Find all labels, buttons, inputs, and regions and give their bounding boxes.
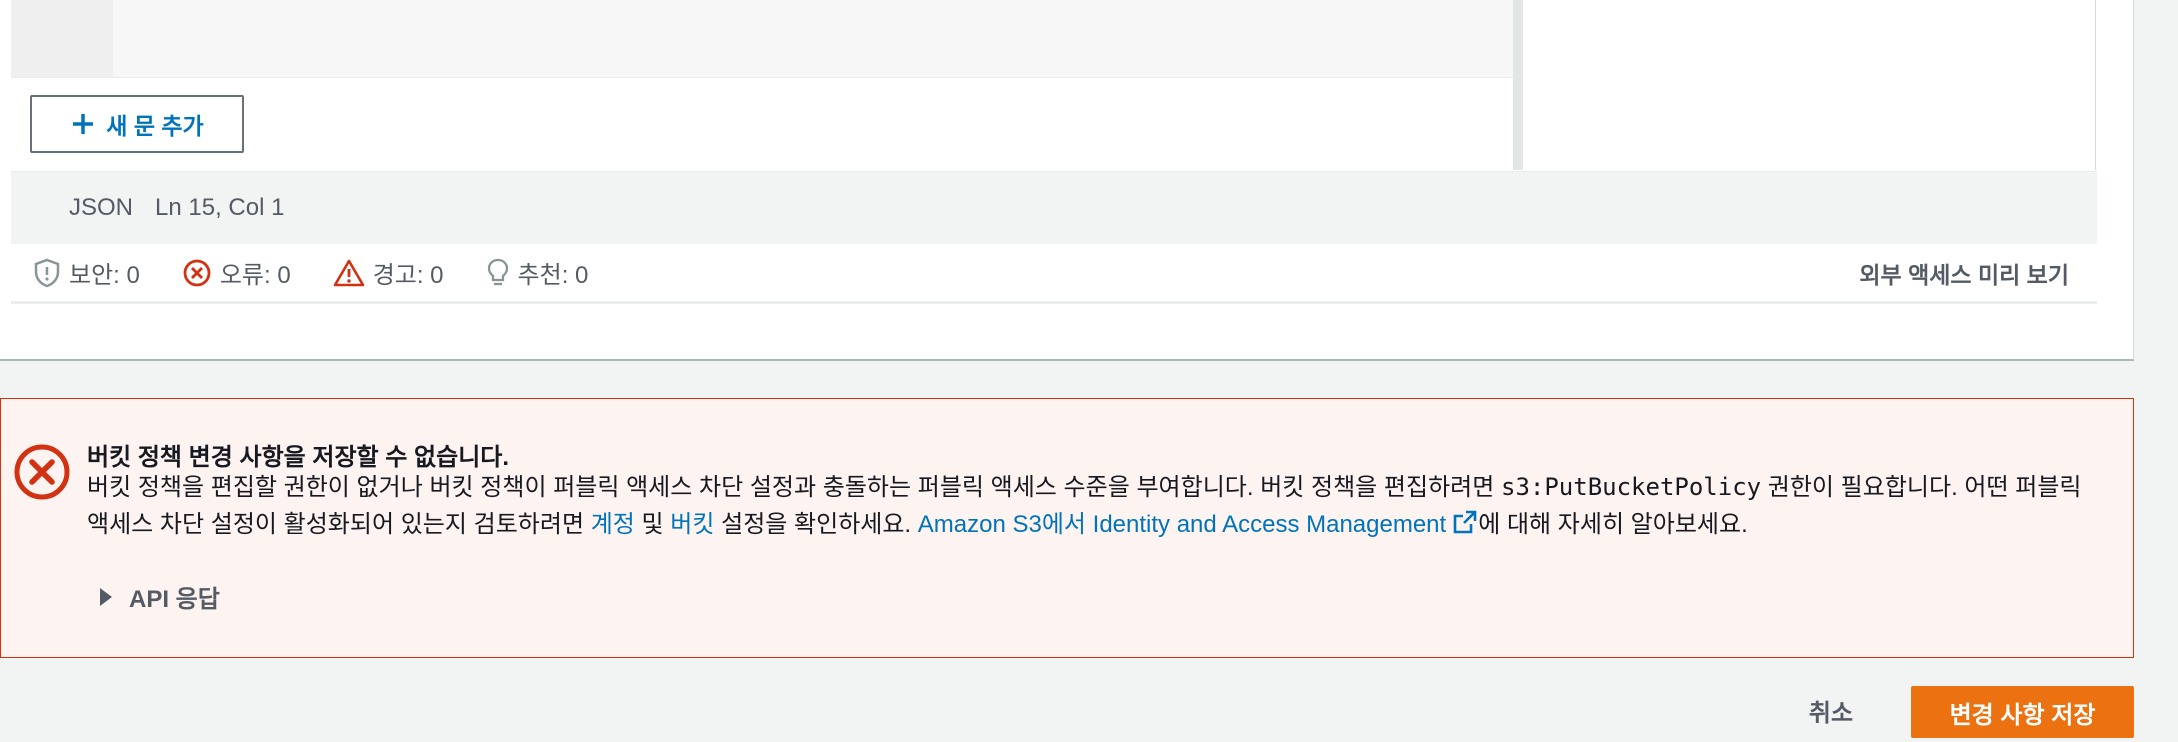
error-circle-icon <box>183 259 211 286</box>
error-circle-icon <box>14 444 70 500</box>
warning-count: 경고: 0 <box>372 262 444 289</box>
add-statement-button[interactable]: 새 문 추가 <box>30 95 244 153</box>
add-statement-label: 새 문 추가 <box>106 113 204 139</box>
save-changes-button[interactable]: 변경 사항 저장 <box>1911 686 2134 738</box>
iam-docs-link-label: Amazon S3에서 Identity and Access Manageme… <box>917 511 1447 538</box>
editor-language: JSON <box>69 194 134 221</box>
alert-text-5: 에 대해 자세히 알아보세요. <box>1478 511 1748 538</box>
security-count: 보안: 0 <box>69 262 140 289</box>
error-findings[interactable]: 오류: 0 <box>182 255 291 290</box>
policy-editor-card: 새 문 추가 JSON Ln 15, Col 1 보안: 0 오류: 0 경고:… <box>0 0 2134 361</box>
plus-icon <box>73 114 94 134</box>
warning-icon <box>333 259 364 286</box>
alert-text-4: 설정을 확인하세요. <box>714 511 918 538</box>
api-response-label: API 응답 <box>129 586 220 613</box>
lightbulb-icon <box>487 258 508 285</box>
suggestion-findings[interactable]: 추천: 0 <box>486 255 589 290</box>
diagnostics-bar: 보안: 0 오류: 0 경고: 0 추천: 0 외부 액세스 미리 보기 <box>11 244 2097 304</box>
alert-text-1: 버킷 정책을 편집할 권한이 없거나 버킷 정책이 퍼블릭 액세스 차단 설정과… <box>87 474 1501 501</box>
permission-code: s3:PutBucketPolicy <box>1501 473 1762 501</box>
api-response-toggle[interactable]: API 응답 <box>99 579 220 614</box>
alert-title: 버킷 정책 변경 사항을 저장할 수 없습니다. <box>87 444 510 471</box>
editor-status-bar: JSON Ln 15, Col 1 <box>11 171 2097 245</box>
error-count: 오류: 0 <box>219 262 291 289</box>
preview-external-access-button[interactable]: 외부 액세스 미리 보기 <box>1859 256 2069 290</box>
editor-side-panel <box>1523 0 2096 170</box>
bucket-settings-link[interactable]: 버킷 <box>670 511 714 538</box>
external-link-icon <box>1453 510 1477 534</box>
account-settings-link[interactable]: 계정 <box>591 511 635 538</box>
alert-text-3: 및 <box>634 511 671 538</box>
iam-docs-link[interactable]: Amazon S3에서 Identity and Access Manageme… <box>917 510 1478 538</box>
editor-resize-handle[interactable] <box>1513 0 1523 170</box>
cursor-position: Ln 15, Col 1 <box>155 194 285 221</box>
editor-gutter <box>11 0 113 77</box>
error-alert: 버킷 정책 변경 사항을 저장할 수 없습니다. 버킷 정책을 편집할 권한이 … <box>0 398 2134 658</box>
alert-message: 버킷 정책을 편집할 권한이 없거나 버킷 정책이 퍼블릭 액세스 차단 설정과… <box>87 469 2107 543</box>
cancel-button[interactable]: 취소 <box>1786 686 1876 734</box>
code-editor[interactable] <box>11 0 1513 78</box>
suggestion-count: 추천: 0 <box>517 262 589 289</box>
shield-icon <box>34 258 60 287</box>
warning-findings[interactable]: 경고: 0 <box>333 255 444 290</box>
caret-right-icon <box>100 587 112 606</box>
security-findings[interactable]: 보안: 0 <box>33 255 140 290</box>
